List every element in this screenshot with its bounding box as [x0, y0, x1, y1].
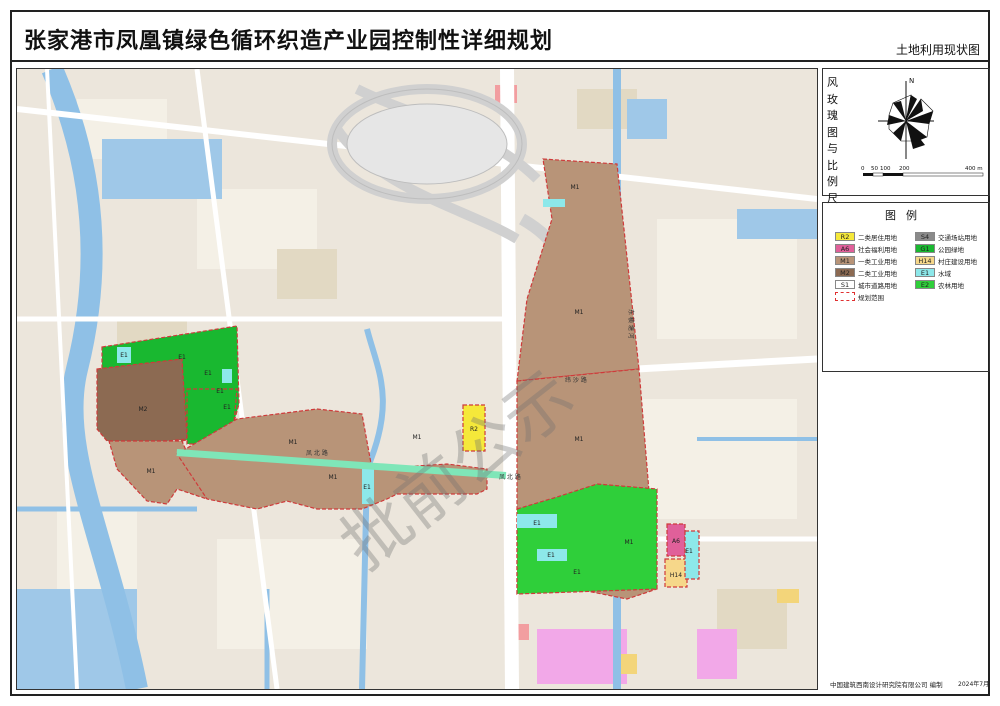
legend-title: 图例	[885, 209, 927, 222]
scale-100: 100	[880, 166, 891, 172]
road-label-fengbei-west: 凤 北 路	[306, 449, 328, 457]
legend-label: 公园绿地	[938, 245, 964, 254]
legend-item-s4: S4 交通场站用地	[915, 231, 977, 242]
legend-label: 一类工业用地	[858, 257, 897, 266]
scale-50: 50	[871, 166, 878, 172]
parcel-label-m2: M2	[139, 406, 148, 413]
parcel-label-m1-e: M1	[289, 439, 298, 446]
legend-item-boundary: 规划范围	[835, 291, 884, 302]
map-subtitle: 土地利用现状图	[895, 43, 980, 57]
legend-item-s1: S1 城市道路用地	[835, 279, 897, 290]
legend-item-r2: R2 二类居住用地	[835, 231, 897, 242]
credit-text: 中国建筑西南设计研究院有限公司 编制	[830, 681, 943, 689]
legend-label: 村庄建设用地	[938, 257, 977, 266]
legend-swatch: E1	[915, 268, 935, 277]
map-title: 张家港市凤凰镇绿色循环织造产业园控制性详细规划	[24, 29, 554, 54]
scale-400: 400 m	[965, 166, 983, 172]
legend-swatch: R2	[835, 232, 855, 241]
parcel-label-e1-h: E1	[223, 404, 231, 411]
legend-item-g1: G1 公园绿地	[915, 243, 964, 254]
legend-item-m1: M1 一类工业用地	[835, 255, 897, 266]
legend-label: 规划范围	[858, 293, 884, 302]
parcel-label-e1-c: E1	[533, 520, 541, 527]
title-bar: 张家港市凤凰镇绿色循环织造产业园控制性详细规划 土地利用现状图	[12, 12, 988, 62]
legend-swatch: G1	[915, 244, 935, 253]
land-use-map[interactable]: M1 M1 M1 M1 M1 M1 M1 M1 M2 E1 E1 E1 E1 R…	[16, 68, 818, 690]
north-label: N	[909, 77, 914, 85]
river-label: 东 横 塘 河	[627, 309, 635, 339]
legend-label: 农林用地	[938, 281, 964, 290]
legend-label: 城市道路用地	[858, 281, 897, 290]
legend-swatch: M2	[835, 268, 855, 277]
parcel-label-m1-d: M1	[625, 539, 634, 546]
parcel-label-m1-f: M1	[329, 474, 338, 481]
legend-swatch	[835, 292, 855, 301]
parcel-label-m1-c: M1	[575, 436, 584, 443]
parcel-label-e1-f: E1	[204, 370, 212, 377]
scale-0: 0	[861, 166, 865, 172]
legend-swatch: M1	[835, 256, 855, 265]
parcel-label-e1-g: E1	[216, 388, 224, 395]
parcel-label-a6: A6	[672, 538, 680, 545]
legend-item-h14: H14 村庄建设用地	[915, 255, 977, 266]
legend-item-e2: E2 农林用地	[915, 279, 964, 290]
legend-item-e1: E1 水域	[915, 267, 951, 278]
parcel-label-m1-a: M1	[571, 184, 580, 191]
legend-swatch: E2	[915, 280, 935, 289]
legend-label: 二类工业用地	[858, 269, 897, 278]
parcel-label-e1-a: E1	[120, 352, 128, 359]
wind-rose-panel: 风玫瑰图与比例尺 N 0 50 100 200 400 m	[822, 68, 990, 205]
scale-200: 200	[899, 166, 910, 172]
map-canvas: M1 M1 M1 M1 M1 M1 M1 M1 M2 E1 E1 E1 E1 R…	[17, 69, 817, 689]
parcel-label-m1-b: M1	[575, 309, 584, 316]
parcel-label-e1-d: E1	[547, 552, 555, 559]
legend-label: 交通场站用地	[938, 233, 977, 242]
legend-swatch: A6	[835, 244, 855, 253]
date-text: 2024年7月	[958, 681, 990, 688]
parcel-label-m1-g: M1	[413, 434, 422, 441]
legend-item-m2: M2 二类工业用地	[835, 267, 897, 278]
legend-label: 水域	[938, 269, 951, 278]
legend-panel: 图例 R2 二类居住用地 S4 交通场站用地 A6 社会福利用地 G1 公园绿地 M1 一类工业用…	[822, 202, 990, 372]
legend-label: 二类居住用地	[858, 233, 897, 242]
road-label-weisha: 纬 沙 路	[565, 376, 587, 384]
parcel-label-e1-e: E1	[178, 354, 186, 361]
legend-swatch: S4	[915, 232, 935, 241]
parcel-label-e1-j: E1	[573, 569, 581, 576]
parcel-label-e1-i: E1	[685, 548, 693, 555]
wind-rose-icon: N 0 50 100 200 400 m	[861, 77, 984, 177]
legend-item-a6: A6 社会福利用地	[835, 243, 897, 254]
legend-swatch: H14	[915, 256, 935, 265]
legend-swatch: S1	[835, 280, 855, 289]
legend-label: 社会福利用地	[858, 245, 897, 254]
parcel-label-h14: H14	[670, 572, 682, 579]
parcel-label-m1-h: M1	[147, 468, 156, 475]
